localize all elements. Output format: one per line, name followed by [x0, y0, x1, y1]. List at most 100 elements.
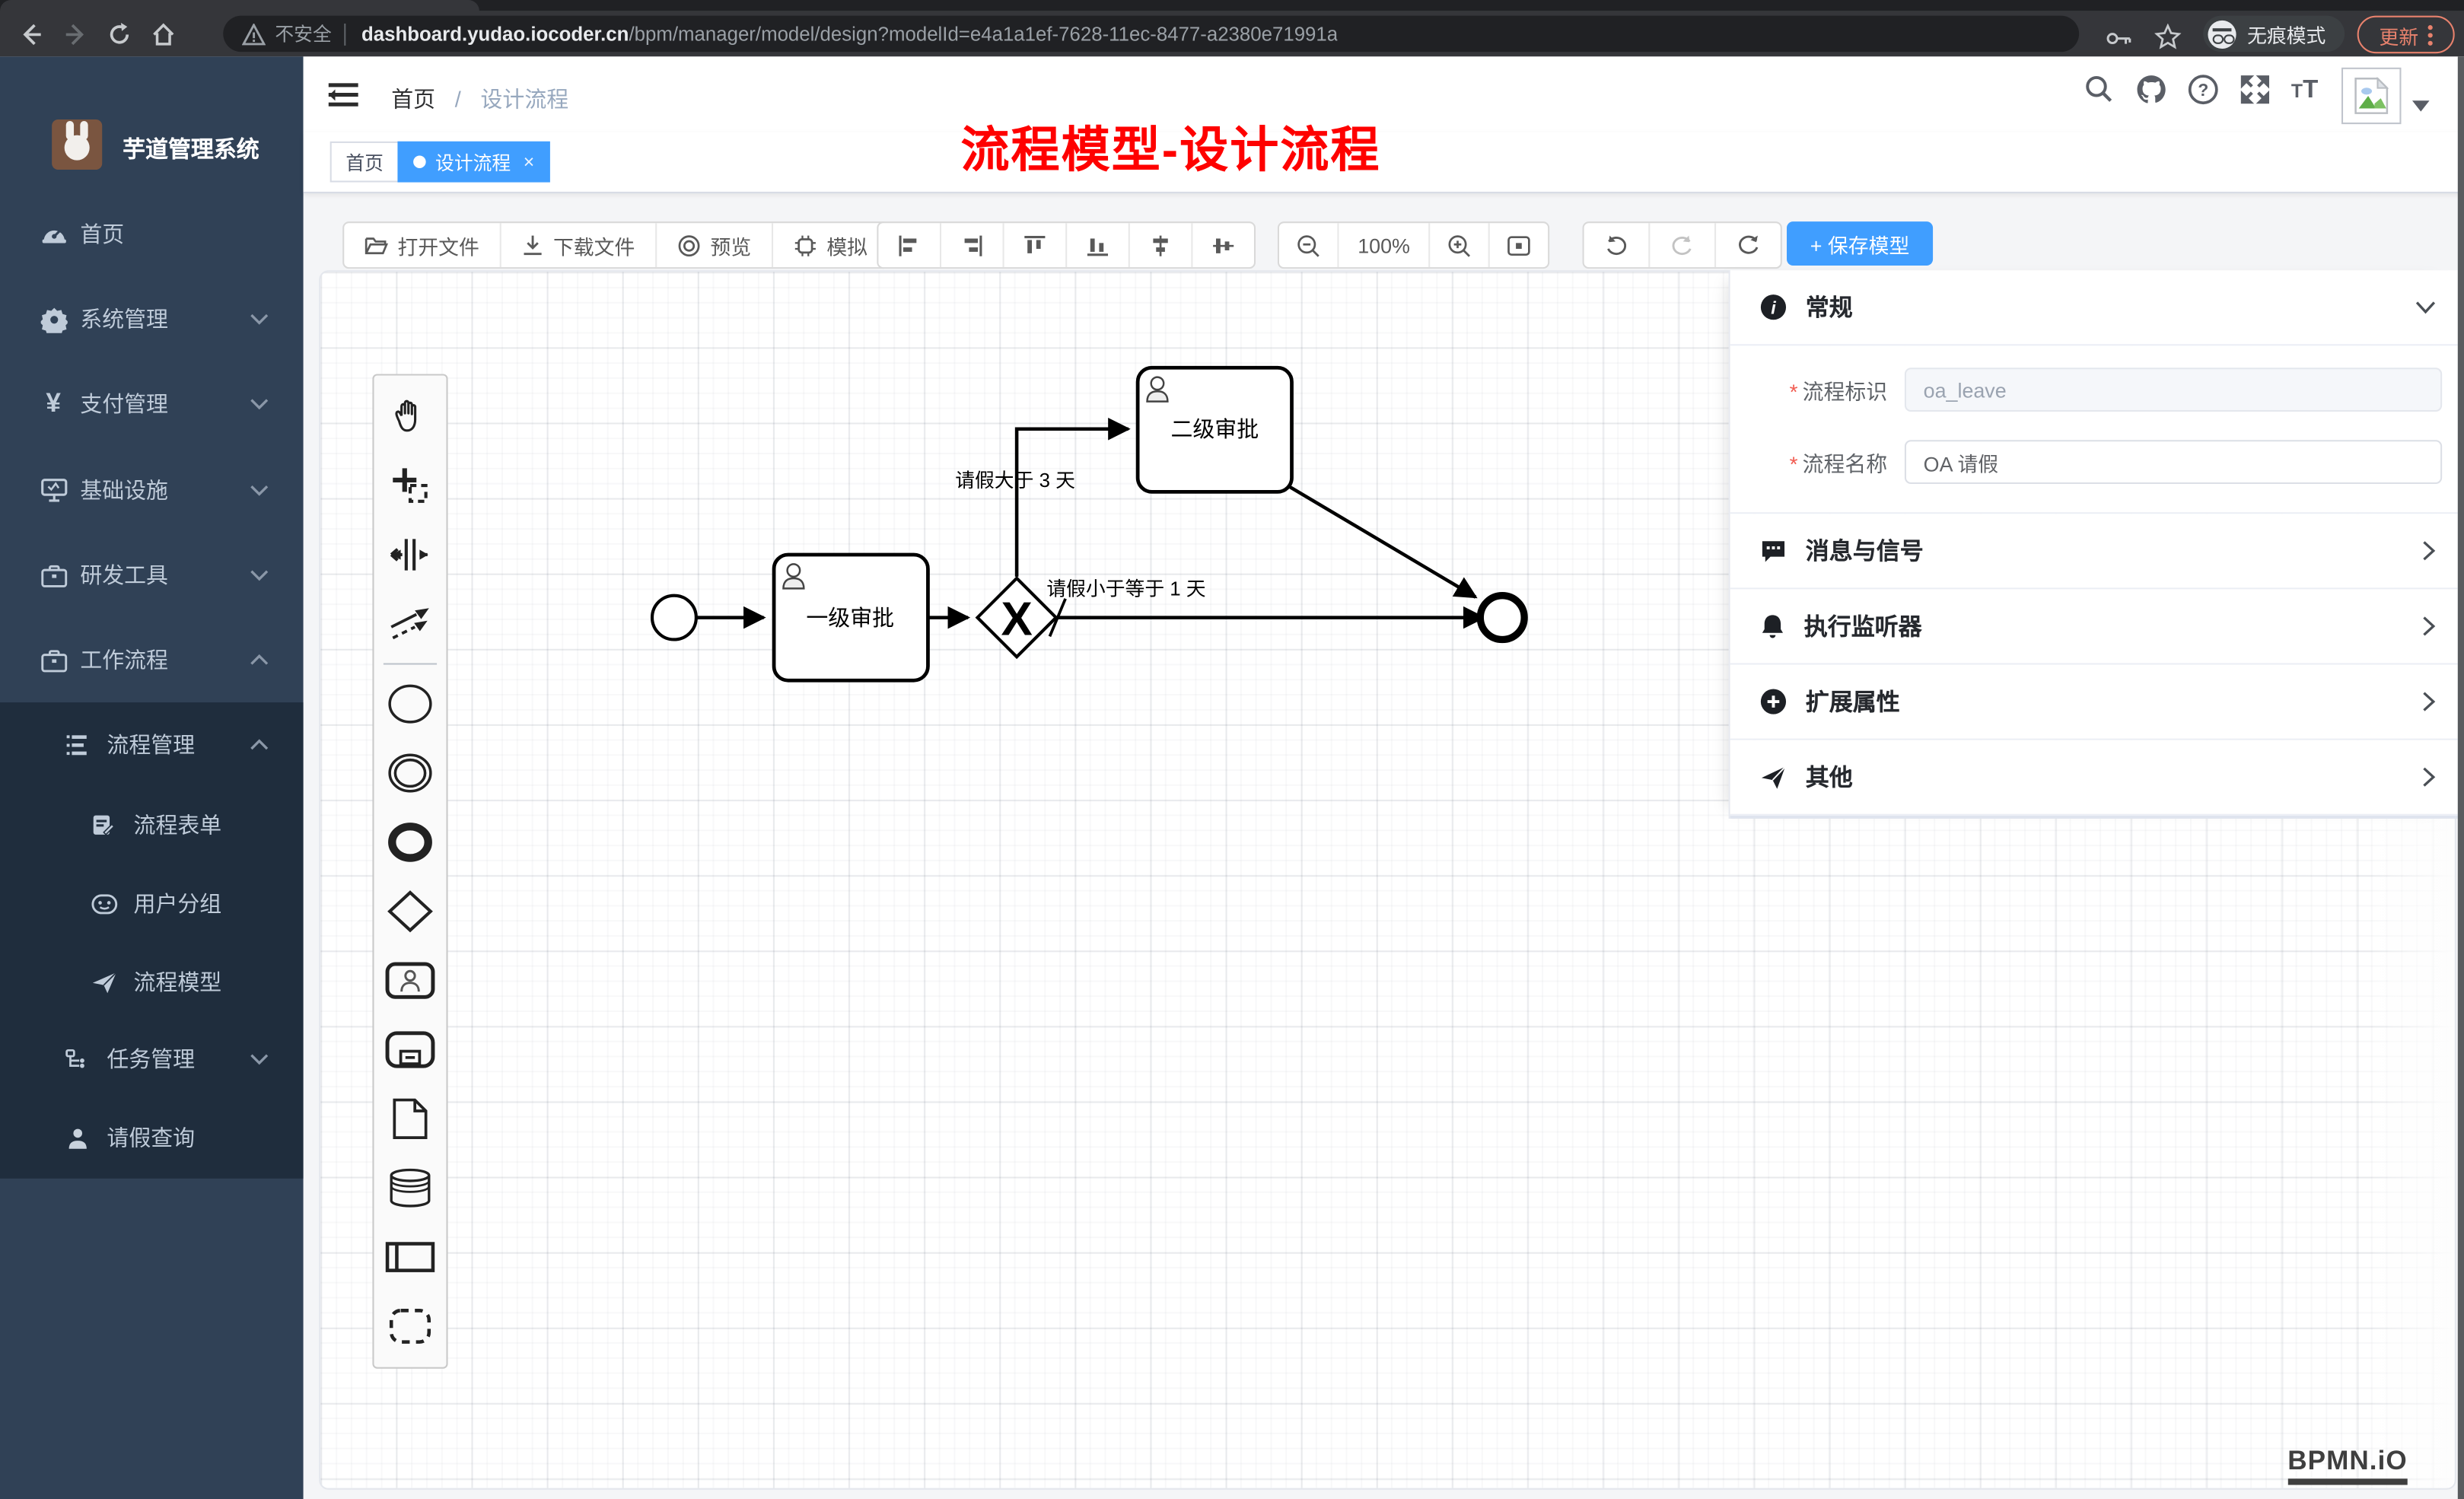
tab-design-process[interactable]: 设计流程 × [397, 142, 549, 183]
window-edge-scrollbar[interactable] [2458, 56, 2464, 1499]
process-name-input[interactable]: OA 请假 [1905, 440, 2442, 484]
section-label: 消息与信号 [1806, 534, 1924, 567]
address-bar[interactable]: 不安全 dashboard.yudao.iocoder.cn /bpm/mana… [223, 16, 2079, 52]
sidebar-item-label: 支付管理 [80, 388, 168, 419]
download-icon [522, 234, 544, 256]
end-event[interactable] [1480, 596, 1524, 640]
general-form: *流程标识 oa_leave *流程名称 OA 请假 [1730, 345, 2458, 514]
caret-down-icon[interactable] [2412, 100, 2430, 111]
process-key-row: *流程标识 oa_leave [1730, 360, 2458, 419]
bpmn-io-watermark[interactable]: BPMN.iO [2287, 1446, 2407, 1485]
help-icon[interactable]: ? [2188, 74, 2219, 105]
chevron-right-icon[interactable] [2421, 616, 2436, 637]
redo-button[interactable] [1650, 223, 1716, 267]
task-first-approval[interactable]: 一级审批 [774, 555, 928, 680]
sidebar-item-devtools[interactable]: 研发工具 [0, 533, 304, 618]
sidebar-item-workflow[interactable]: 工作流程 [0, 618, 304, 703]
zoom-level[interactable]: 100% [1339, 223, 1430, 267]
font-size-icon[interactable]: TT [2291, 77, 2318, 105]
update-label: 更新 [2380, 20, 2419, 49]
sidebar-item-system[interactable]: 系统管理 [0, 276, 304, 361]
sidebar-item-infra[interactable]: 基础设施 [0, 448, 304, 533]
align-right-button[interactable] [941, 223, 1004, 267]
forward-icon[interactable] [53, 17, 97, 51]
bookmark-star-icon[interactable] [2154, 24, 2181, 50]
zoom-out-button[interactable] [1279, 223, 1339, 267]
form-edit-icon [90, 813, 118, 837]
sidebar-item-task-mgmt[interactable]: 任务管理 [0, 1020, 304, 1098]
download-file-label: 下载文件 [553, 231, 635, 260]
save-model-label: + 保存模型 [1810, 228, 1910, 258]
start-event[interactable] [652, 596, 696, 640]
sidebar-item-process-model[interactable]: 流程模型 [0, 943, 304, 1021]
zoom-toolbar-group: 100% [1278, 221, 1550, 269]
section-messages-signals[interactable]: 消息与信号 [1730, 514, 2458, 589]
flow-gateway-to-task2[interactable] [1017, 429, 1129, 577]
preview-button[interactable]: 预览 [657, 223, 773, 267]
browser-active-tab[interactable] [0, 0, 479, 11]
search-icon[interactable] [2084, 74, 2113, 103]
sidebar-item-process-mgmt[interactable]: 流程管理 [0, 705, 304, 784]
save-model-button[interactable]: + 保存模型 [1787, 221, 1933, 266]
breadcrumb-current: 设计流程 [481, 87, 569, 112]
back-icon[interactable] [9, 17, 53, 51]
section-execution-listeners[interactable]: 执行监听器 [1730, 589, 2458, 664]
chevron-right-icon[interactable] [2421, 692, 2436, 712]
github-icon[interactable] [2135, 74, 2166, 105]
close-icon[interactable]: × [524, 151, 534, 173]
simulate-button[interactable]: 模拟 [773, 223, 888, 267]
align-left-button[interactable] [878, 223, 941, 267]
zoom-in-button[interactable] [1431, 223, 1490, 267]
zoom-reset-button[interactable] [1490, 223, 1548, 267]
eye-icon [677, 234, 701, 257]
sidebar-item-home[interactable]: 首页 [0, 192, 304, 277]
sidebar-item-payment[interactable]: ¥ 支付管理 [0, 361, 304, 447]
sidebar-item-user-group[interactable]: 用户分组 [0, 864, 304, 943]
flow-task2-to-end[interactable] [1290, 487, 1476, 597]
chevron-down-icon [250, 569, 269, 582]
tree-icon [63, 1047, 91, 1071]
condition-label-gt3[interactable]: 请假大于 3 天 [955, 469, 1075, 492]
align-bottom-button[interactable] [1067, 223, 1130, 267]
incognito-label: 无痕模式 [2247, 19, 2326, 49]
download-file-button[interactable]: 下载文件 [501, 223, 657, 267]
align-center-vertical-button[interactable] [1130, 223, 1193, 267]
chevron-right-icon[interactable] [2421, 767, 2436, 788]
browser-menu-icon[interactable] [2428, 24, 2433, 45]
align-top-button[interactable] [1004, 223, 1068, 267]
chevron-down-icon[interactable] [2415, 300, 2436, 314]
key-icon[interactable] [2106, 27, 2132, 50]
undo-button[interactable] [1584, 223, 1651, 267]
sidebar-item-leave-query[interactable]: 请假查询 [0, 1099, 304, 1177]
app-logo[interactable] [52, 119, 102, 170]
tab-label: 首页 [345, 148, 384, 175]
sidebar-item-label: 研发工具 [80, 559, 168, 590]
home-icon[interactable] [142, 17, 186, 51]
section-extended-attributes[interactable]: 扩展属性 [1730, 665, 2458, 740]
align-center-horizontal-button[interactable] [1192, 223, 1254, 267]
chevron-right-icon[interactable] [2421, 540, 2436, 561]
process-name-row: *流程名称 OA 请假 [1730, 432, 2458, 492]
sidebar-item-process-form[interactable]: 流程表单 [0, 786, 304, 864]
security-label[interactable]: 不安全 [275, 21, 331, 47]
exclusive-gateway[interactable]: X [977, 578, 1055, 657]
reload-icon[interactable] [97, 17, 142, 51]
section-other[interactable]: 其他 [1730, 740, 2458, 816]
section-general[interactable]: i 常规 [1730, 270, 2458, 345]
update-button[interactable]: 更新 [2357, 16, 2455, 54]
condition-label-lte1[interactable]: 请假小于等于 1 天 [1046, 578, 1205, 600]
breadcrumb-home[interactable]: 首页 [391, 87, 435, 112]
task-second-approval[interactable]: 二级审批 [1138, 368, 1291, 492]
required-asterisk: * [1790, 453, 1798, 476]
open-file-button[interactable]: 打开文件 [344, 223, 501, 267]
yen-icon: ¥ [40, 388, 68, 419]
plus-circle-icon [1760, 689, 1787, 715]
fullscreen-icon[interactable] [2240, 74, 2271, 105]
restart-button[interactable] [1716, 223, 1781, 267]
avatar[interactable] [2341, 68, 2401, 124]
sidebar-collapse-icon[interactable] [329, 81, 358, 108]
sidebar-item-label: 首页 [80, 218, 124, 250]
tab-home[interactable]: 首页 [330, 142, 400, 183]
process-key-input[interactable]: oa_leave [1905, 368, 2442, 412]
url-host: dashboard.yudao.iocoder.cn [361, 23, 629, 45]
